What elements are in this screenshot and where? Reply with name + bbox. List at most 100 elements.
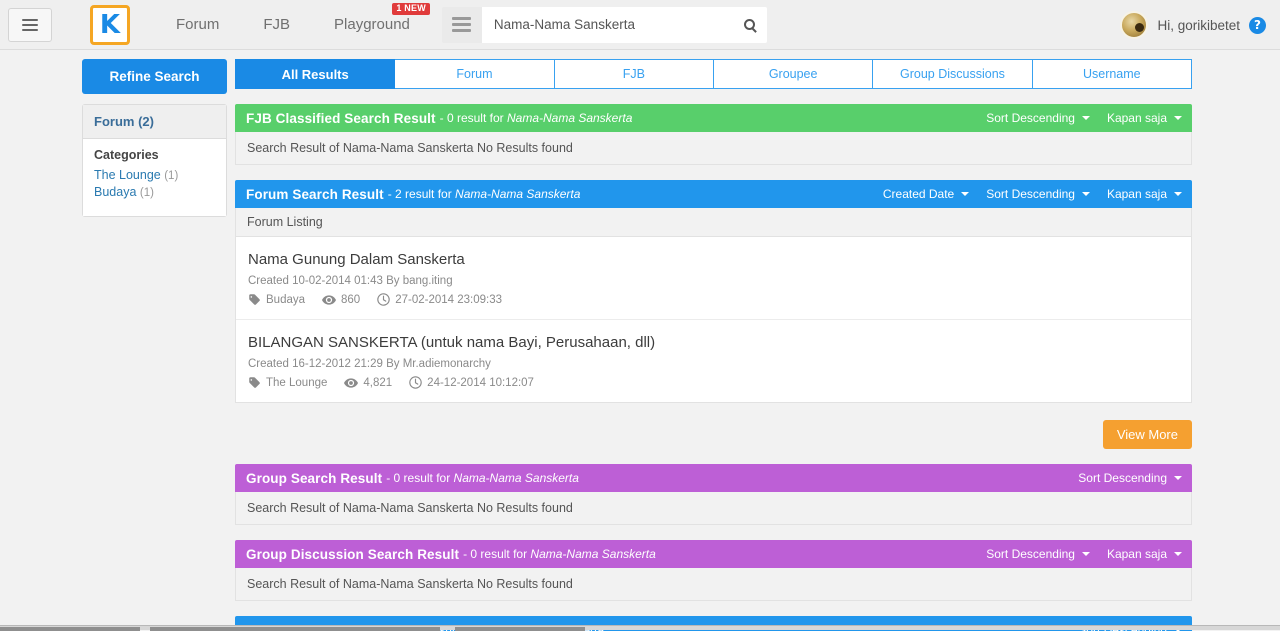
facet-forum-count: (2) (138, 114, 154, 129)
time-range-dropdown[interactable]: Kapan saja (1107, 187, 1182, 201)
forum-listing: Nama Gunung Dalam Sanskerta Created 10-0… (235, 237, 1192, 403)
time-range-dropdown[interactable]: Kapan saja (1107, 111, 1182, 125)
list-item[interactable]: BILANGAN SANSKERTA (untuk nama Bayi, Per… (236, 320, 1191, 402)
thread-category[interactable]: The Lounge (248, 376, 327, 389)
sort-descending-dropdown[interactable]: Sort Descending (986, 111, 1090, 125)
section-group-discussion-header: Group Discussion Search Result - 0 resul… (235, 540, 1192, 568)
section-fjb-subtitle-prefix: - 0 result for (440, 111, 507, 125)
facet-link-budaya-label: Budaya (94, 185, 136, 199)
view-more-button[interactable]: View More (1103, 420, 1192, 449)
question-mark-icon[interactable]: ? (1249, 17, 1266, 34)
tab-forum[interactable]: Forum (395, 59, 554, 89)
created-date-dropdown[interactable]: Created Date (883, 187, 969, 201)
section-forum-query: Nama-Nama Sanskerta (455, 187, 580, 201)
facet-link-the-lounge[interactable]: The Lounge (1) (94, 168, 215, 182)
result-tabs: All Results Forum FJB Groupee Group Disc… (235, 59, 1192, 89)
section-group-discussion-query: Nama-Nama Sanskerta (530, 547, 655, 561)
forum-listing-label: Forum Listing (235, 208, 1192, 237)
section-fjb-title: FJB Classified Search Result (246, 111, 436, 126)
sort-descending-dropdown[interactable]: Sort Descending (986, 187, 1090, 201)
sidebar-toggle-button[interactable] (8, 8, 52, 42)
thread-views: 4,821 (344, 377, 392, 389)
thread-last-post-time: 27-02-2014 23:09:33 (395, 294, 502, 306)
new-badge: 1 NEW (392, 3, 430, 16)
time-range-dropdown[interactable]: Kapan saja (1107, 547, 1182, 561)
tab-username[interactable]: Username (1033, 59, 1192, 89)
thread-title[interactable]: Nama Gunung Dalam Sanskerta (248, 251, 1179, 268)
thread-views-count: 4,821 (363, 377, 392, 389)
tab-groupee[interactable]: Groupee (714, 59, 873, 89)
created-date-label: Created Date (883, 187, 954, 201)
search-icon[interactable] (744, 19, 755, 30)
search-field[interactable] (482, 7, 767, 43)
section-forum-title: Forum Search Result (246, 187, 384, 202)
section-fjb-classified: FJB Classified Search Result - 0 result … (235, 104, 1192, 165)
thread-views: 860 (322, 294, 360, 306)
thread-views-count: 860 (341, 294, 360, 306)
section-forum-subtitle-prefix: - 2 result for (388, 187, 455, 201)
thread-title[interactable]: BILANGAN SANSKERTA (untuk nama Bayi, Per… (248, 334, 1179, 351)
thread-created-meta: Created 16-12-2012 21:29 By Mr.adiemonar… (248, 358, 1179, 370)
tab-all-results[interactable]: All Results (235, 59, 395, 89)
refine-search-button[interactable]: Refine Search (82, 59, 227, 94)
tab-group-discussions[interactable]: Group Discussions (873, 59, 1032, 89)
section-group: Group Search Result - 0 result for Nama-… (235, 464, 1192, 525)
facet-link-the-lounge-count: (1) (164, 170, 178, 182)
chevron-down-icon (1174, 192, 1182, 196)
sort-descending-label: Sort Descending (986, 111, 1075, 125)
section-group-discussion-subtitle-prefix: - 0 result for (463, 547, 530, 561)
section-group-header: Group Search Result - 0 result for Nama-… (235, 464, 1192, 492)
facet-forum-label: Forum (94, 114, 134, 129)
time-range-label: Kapan saja (1107, 187, 1167, 201)
facet-link-budaya[interactable]: Budaya (1) (94, 185, 215, 199)
main-content: All Results Forum FJB Groupee Group Disc… (235, 59, 1192, 631)
nav-item-fjb-label: FJB (263, 16, 290, 33)
thread-last-post: 24-12-2014 10:12:07 (409, 376, 534, 389)
sidebar: Refine Search Forum (2) Categories The L… (82, 59, 227, 631)
search-bar (442, 7, 767, 43)
avatar[interactable] (1120, 11, 1148, 39)
facet-categories: Categories The Lounge (1) Budaya (1) (83, 139, 226, 216)
section-group-actions: Sort Descending (1078, 471, 1182, 485)
hamburger-icon (452, 17, 471, 32)
clock-icon (409, 376, 422, 389)
section-forum-header: Forum Search Result - 2 result for Nama-… (235, 180, 1192, 208)
sort-descending-dropdown[interactable]: Sort Descending (1078, 471, 1182, 485)
user-greeting[interactable]: Hi, gorikibetet (1157, 18, 1240, 33)
view-more-row: View More (235, 420, 1192, 449)
site-logo[interactable]: K (90, 5, 130, 45)
nav-item-forum[interactable]: Forum (154, 0, 241, 50)
section-group-query: Nama-Nama Sanskerta (454, 471, 579, 485)
chevron-down-icon (1082, 192, 1090, 196)
user-area: Hi, gorikibetet ? (1120, 0, 1266, 50)
facet-forum-header[interactable]: Forum (2) (83, 105, 226, 139)
thread-stats: Budaya 860 27-02-2014 23:0 (248, 293, 1179, 306)
window-scrollbar[interactable] (0, 625, 1280, 630)
section-group-subtitle: - 0 result for Nama-Nama Sanskerta (386, 471, 579, 485)
section-fjb-query: Nama-Nama Sanskerta (507, 111, 632, 125)
section-group-discussion-subtitle: - 0 result for Nama-Nama Sanskerta (463, 547, 656, 561)
chevron-down-icon (1082, 552, 1090, 556)
section-group-discussion: Group Discussion Search Result - 0 resul… (235, 540, 1192, 601)
search-scope-menu-button[interactable] (442, 7, 482, 43)
section-fjb-actions: Sort Descending Kapan saja (986, 111, 1182, 125)
nav-item-playground[interactable]: Playground 1 NEW (312, 0, 432, 50)
search-input[interactable] (494, 17, 734, 32)
thread-last-post: 27-02-2014 23:09:33 (377, 293, 502, 306)
nav-item-forum-label: Forum (176, 16, 219, 33)
tab-fjb[interactable]: FJB (555, 59, 714, 89)
nav-item-fjb[interactable]: FJB (241, 0, 312, 50)
clock-icon (377, 293, 390, 306)
list-item[interactable]: Nama Gunung Dalam Sanskerta Created 10-0… (236, 237, 1191, 320)
chevron-down-icon (1174, 116, 1182, 120)
sort-descending-label: Sort Descending (986, 547, 1075, 561)
section-group-discussion-title: Group Discussion Search Result (246, 547, 459, 562)
section-group-discussion-no-results: Search Result of Nama-Nama Sanskerta No … (235, 568, 1192, 601)
thread-category[interactable]: Budaya (248, 293, 305, 306)
thread-category-label: Budaya (266, 294, 305, 306)
time-range-label: Kapan saja (1107, 111, 1167, 125)
eye-icon (344, 377, 358, 389)
sort-descending-label: Sort Descending (986, 187, 1075, 201)
sort-descending-dropdown[interactable]: Sort Descending (986, 547, 1090, 561)
sort-descending-label: Sort Descending (1078, 471, 1167, 485)
